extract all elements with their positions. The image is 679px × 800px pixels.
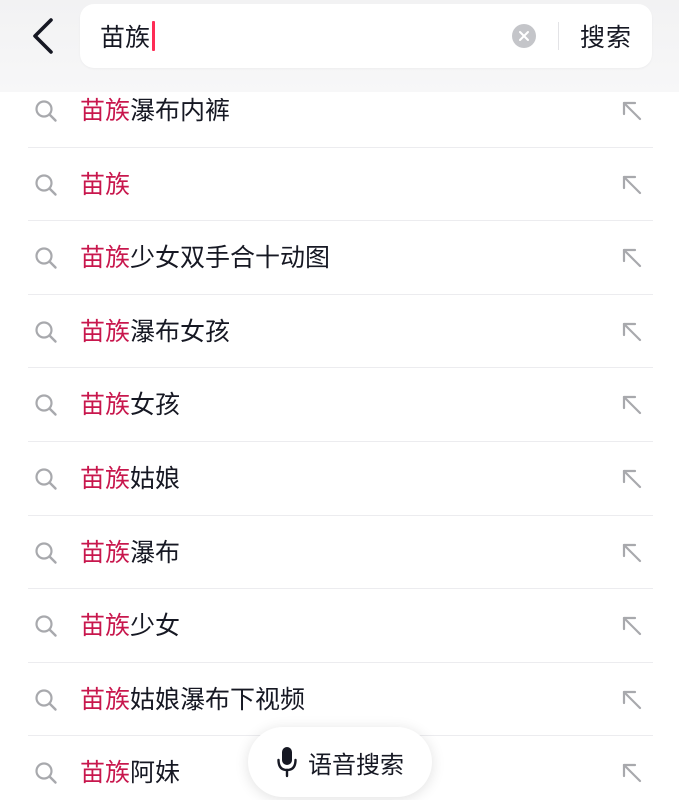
fill-query-button[interactable] (617, 611, 647, 641)
search-divider (558, 22, 559, 50)
search-icon (35, 100, 57, 122)
suggestion-text: 苗族瀑布 (80, 534, 180, 572)
suggestion-item[interactable]: 苗族瀑布 (28, 516, 653, 590)
suggestion-highlight: 苗族 (80, 243, 131, 273)
suggestion-item[interactable]: 苗族瀑布女孩 (28, 295, 653, 369)
chevron-left-icon (33, 18, 53, 54)
search-icon (35, 247, 57, 269)
arrow-up-left-icon (622, 617, 642, 636)
text-caret (152, 21, 156, 51)
suggestion-rest: 瀑布女孩 (130, 316, 231, 346)
arrow-up-left-icon (622, 322, 642, 341)
search-icon (35, 541, 57, 564)
fill-query-button[interactable] (617, 758, 647, 788)
arrow-up-left-icon (622, 690, 642, 709)
search-icon (35, 762, 57, 785)
suggestion-rest: 姑娘瀑布下视频 (130, 684, 306, 714)
suggestion-text: 苗族 (80, 166, 130, 204)
microphone-icon (277, 747, 297, 778)
search-icon (35, 468, 57, 490)
suggestion-item[interactable]: 苗族女孩 (28, 368, 653, 442)
fill-query-button[interactable] (617, 317, 647, 347)
suggestion-rest: 阿妹 (130, 758, 181, 788)
fill-query-button[interactable] (617, 390, 647, 420)
arrow-up-left-icon (622, 543, 642, 562)
suggestion-highlight: 苗族 (80, 463, 131, 493)
fill-query-button[interactable] (617, 464, 647, 494)
suggestion-list: 苗族瀑布内裤 苗族 苗族少女双手合十动图 苗族瀑布女孩 苗族女孩 苗族姑娘 苗族瀑布 苗族少女… (0, 74, 679, 800)
back-button[interactable] (18, 10, 68, 62)
suggestion-text: 苗族姑娘瀑布下视频 (80, 681, 305, 719)
suggestion-rest: 瀑布 (130, 537, 181, 567)
search-icon (35, 689, 57, 711)
suggestion-rest: 少女 (130, 611, 181, 641)
suggestion-text: 苗族阿妹 (80, 754, 180, 792)
suggestion-highlight: 苗族 (80, 390, 131, 420)
suggestion-item[interactable]: 苗族姑娘瀑布下视频 (28, 663, 653, 737)
search-icon (35, 321, 57, 343)
search-screen: 苗族 搜索 苗族瀑布内裤 苗族 苗族少女双手合十动图 苗族瀑布女孩 苗族女孩 苗族姑娘 苗族… (0, 0, 679, 800)
arrow-up-left-icon (622, 249, 642, 268)
suggestion-text: 苗族瀑布内裤 (80, 92, 230, 130)
suggestion-item[interactable]: 苗族姑娘 (28, 442, 653, 516)
arrow-up-left-icon (622, 101, 642, 121)
search-box: 苗族 搜索 (80, 4, 652, 68)
suggestion-text: 苗族少女双手合十动图 (80, 239, 330, 277)
voice-search-label: 语音搜索 (308, 750, 404, 779)
fill-query-button[interactable] (617, 243, 647, 273)
suggestion-text: 苗族瀑布女孩 (80, 313, 230, 351)
voice-search-button[interactable]: 语音搜索 (248, 727, 432, 797)
fill-query-button[interactable] (617, 538, 647, 568)
search-query-text: 苗族 (100, 23, 151, 52)
arrow-up-left-icon (622, 764, 642, 783)
suggestion-rest: 瀑布内裤 (130, 96, 231, 125)
suggestion-rest: 女孩 (130, 390, 181, 420)
suggestion-item[interactable]: 苗族少女 (28, 589, 653, 663)
arrow-up-left-icon (622, 396, 642, 415)
suggestion-highlight: 苗族 (80, 316, 131, 346)
search-input[interactable]: 苗族 (100, 16, 500, 56)
fill-query-button[interactable] (617, 170, 647, 200)
suggestion-highlight: 苗族 (80, 537, 131, 567)
clear-circle-icon (519, 31, 529, 41)
clear-button[interactable] (512, 24, 536, 48)
suggestion-rest: 姑娘 (130, 463, 181, 493)
suggestion-highlight: 苗族 (80, 96, 131, 125)
arrow-up-left-icon (622, 175, 642, 194)
suggestion-item[interactable]: 苗族瀑布内裤 (28, 74, 653, 148)
fill-query-button[interactable] (617, 685, 647, 715)
arrow-up-left-icon (622, 469, 642, 489)
suggestion-highlight: 苗族 (80, 758, 131, 788)
suggestion-item[interactable]: 苗族 (28, 148, 653, 222)
suggestion-text: 苗族女孩 (80, 386, 180, 424)
suggestion-highlight: 苗族 (80, 611, 131, 641)
suggestion-rest: 少女双手合十动图 (130, 243, 331, 273)
suggestion-item[interactable]: 苗族少女双手合十动图 (28, 221, 653, 295)
search-icon (35, 615, 57, 637)
suggestion-highlight: 苗族 (80, 169, 131, 199)
search-icon (35, 173, 57, 196)
suggestion-highlight: 苗族 (80, 684, 131, 714)
search-submit-button[interactable]: 搜索 (570, 16, 642, 56)
suggestion-text: 苗族少女 (80, 607, 180, 645)
search-icon (35, 394, 57, 417)
suggestion-text: 苗族姑娘 (80, 460, 180, 498)
fill-query-button[interactable] (617, 96, 647, 126)
